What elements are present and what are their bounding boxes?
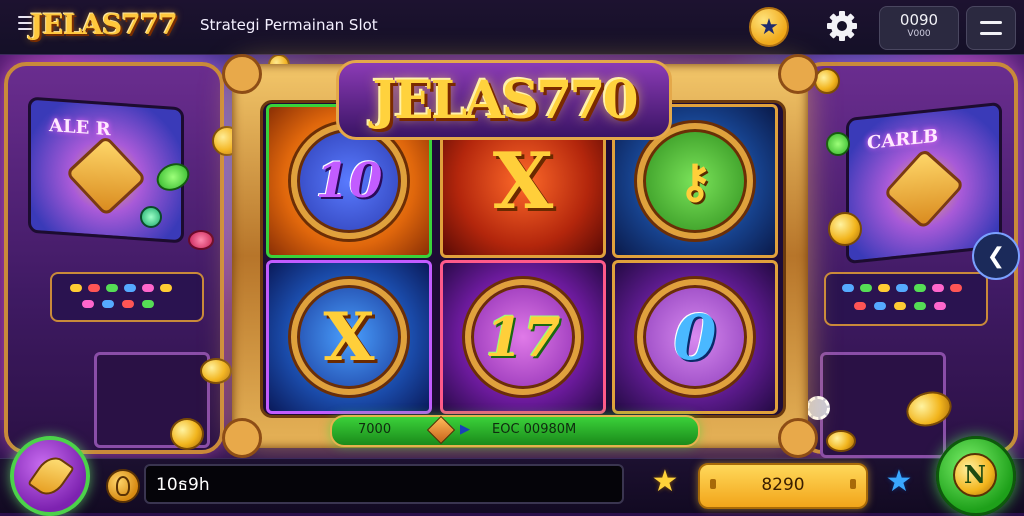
favorite-star-button[interactable]: ★: [749, 7, 789, 47]
lamp-emblem-icon: [64, 134, 148, 217]
spin-icon: N: [953, 453, 997, 497]
gear-icon: [827, 11, 857, 41]
floating-coin: [826, 132, 850, 156]
reel-symbol: 17: [485, 305, 561, 369]
reel-symbol: 0: [673, 300, 717, 374]
reel-symbol: X: [492, 135, 554, 227]
floating-coin: [188, 230, 214, 250]
left-arcade-machine: ALE R: [4, 62, 224, 454]
floating-coin: [826, 430, 856, 452]
coin-button[interactable]: [106, 469, 140, 503]
chat-input[interactable]: [144, 464, 624, 504]
game-title: JELAS770: [372, 69, 638, 131]
key-symbol-icon: ⚷: [678, 154, 712, 208]
left-arcade-control-panel: [50, 272, 204, 322]
right-arcade-control-panel: [824, 272, 988, 326]
reel-tile[interactable]: X: [266, 260, 432, 414]
balance-value: 8290: [761, 475, 805, 495]
floating-coin: [140, 206, 162, 228]
reel-symbol: 10: [315, 153, 383, 209]
payline-right-value: EOC 00980M: [492, 422, 577, 437]
page-subtitle: Strategi Permainan Slot: [200, 16, 378, 34]
floating-coin: [828, 212, 862, 246]
blue-star-icon[interactable]: ★: [883, 466, 915, 498]
right-arcade-screen-text: CARLB: [867, 125, 939, 154]
payline-left-value: 7000: [358, 422, 392, 437]
counter-value: 0090: [899, 11, 939, 29]
floating-coin: [170, 418, 204, 450]
counter-sub-label: V000: [907, 29, 931, 39]
reel-tile[interactable]: 0: [612, 260, 778, 414]
chevron-left-icon: ❮: [986, 243, 1006, 269]
poker-chip: [806, 396, 830, 420]
shield-emblem-icon: [882, 147, 966, 230]
left-arcade-screen-text: ALE R: [49, 115, 111, 141]
reel-symbol: X: [323, 298, 375, 376]
arrow-right-icon: ▶: [460, 422, 470, 437]
settings-button[interactable]: [824, 8, 860, 44]
gem-icon: [426, 415, 456, 445]
app-logo[interactable]: JELAS777: [30, 8, 178, 41]
top-bar: JELAS777 Strategi Permainan Slot ★ 0090 …: [0, 0, 1024, 55]
game-title-banner: JELAS770: [336, 54, 672, 146]
reel-tile[interactable]: 17: [440, 260, 606, 414]
hamburger-menu-button[interactable]: [966, 6, 1016, 50]
star-icon: ★: [759, 14, 779, 40]
feather-icon: [27, 451, 75, 501]
credit-counter[interactable]: 0090 V000: [879, 6, 959, 50]
payline-bar: 7000 ▶ EOC 00980M: [330, 415, 700, 447]
gold-star-icon[interactable]: ★: [649, 466, 681, 498]
feather-bonus-button[interactable]: [10, 436, 90, 516]
floating-coin: [200, 358, 232, 384]
coin-icon: [116, 476, 130, 496]
back-arrow-button[interactable]: ❮: [972, 232, 1020, 280]
balance-display[interactable]: 8290: [698, 463, 868, 509]
spin-button[interactable]: N: [936, 436, 1016, 516]
